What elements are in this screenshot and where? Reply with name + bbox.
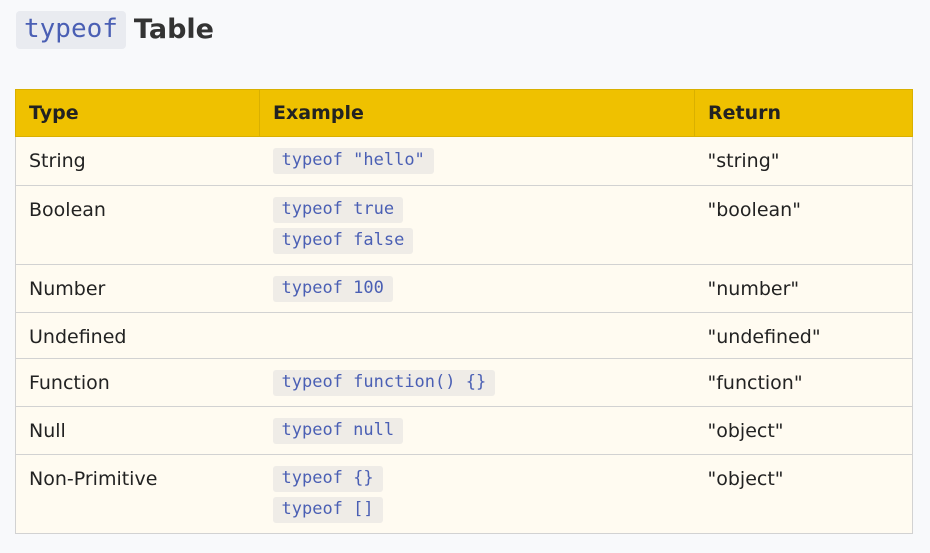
example-cell: typeof true typeof false xyxy=(259,185,695,265)
type-cell: Null xyxy=(15,406,260,455)
return-cell: "object" xyxy=(694,406,913,455)
type-cell: Undefined xyxy=(15,312,260,359)
code-snippet: typeof false xyxy=(272,228,414,254)
code-snippet: typeof function() {} xyxy=(272,370,496,396)
heading-text: Table xyxy=(133,14,214,45)
table-row: Non-Primitive typeof {} typeof [] "objec… xyxy=(15,454,913,534)
code-snippet: typeof [] xyxy=(272,497,383,523)
column-header-return: Return xyxy=(694,89,913,137)
example-cell: typeof null xyxy=(259,406,695,455)
table-row: Number typeof 100 "number" xyxy=(15,264,913,313)
code-snippet: typeof true xyxy=(272,197,404,223)
example-cell: typeof 100 xyxy=(259,264,695,313)
type-cell: String xyxy=(15,136,260,186)
example-cell: typeof "hello" xyxy=(259,136,695,186)
return-cell: "object" xyxy=(694,454,913,534)
code-snippet: typeof {} xyxy=(272,466,383,492)
example-cell: typeof function() {} xyxy=(259,358,695,407)
column-header-example: Example xyxy=(259,89,695,137)
return-cell: "string" xyxy=(694,136,913,186)
code-snippet: typeof 100 xyxy=(272,276,393,302)
table-row: String typeof "hello" "string" xyxy=(15,136,913,186)
type-cell: Number xyxy=(15,264,260,313)
table-row: Null typeof null "object" xyxy=(15,406,913,455)
table-row: Function typeof function() {} "function" xyxy=(15,358,913,407)
typeof-table: Type Example Return String typeof "hello… xyxy=(15,89,913,534)
table-row: Undefined "undefined" xyxy=(15,312,913,359)
table-row: Boolean typeof true typeof false "boolea… xyxy=(15,185,913,265)
table-header-row: Type Example Return xyxy=(15,89,913,137)
heading-code: typeof xyxy=(16,11,126,49)
code-snippet: typeof null xyxy=(272,418,404,444)
type-cell: Non-Primitive xyxy=(15,454,260,534)
page-heading: typeof Table xyxy=(16,10,214,50)
return-cell: "number" xyxy=(694,264,913,313)
example-cell: typeof {} typeof [] xyxy=(259,454,695,534)
type-cell: Boolean xyxy=(15,185,260,265)
return-cell: "function" xyxy=(694,358,913,407)
type-cell: Function xyxy=(15,358,260,407)
return-cell: "boolean" xyxy=(694,185,913,265)
example-cell xyxy=(259,312,695,359)
column-header-type: Type xyxy=(15,89,260,137)
code-snippet: typeof "hello" xyxy=(272,148,434,174)
return-cell: "undefined" xyxy=(694,312,913,359)
